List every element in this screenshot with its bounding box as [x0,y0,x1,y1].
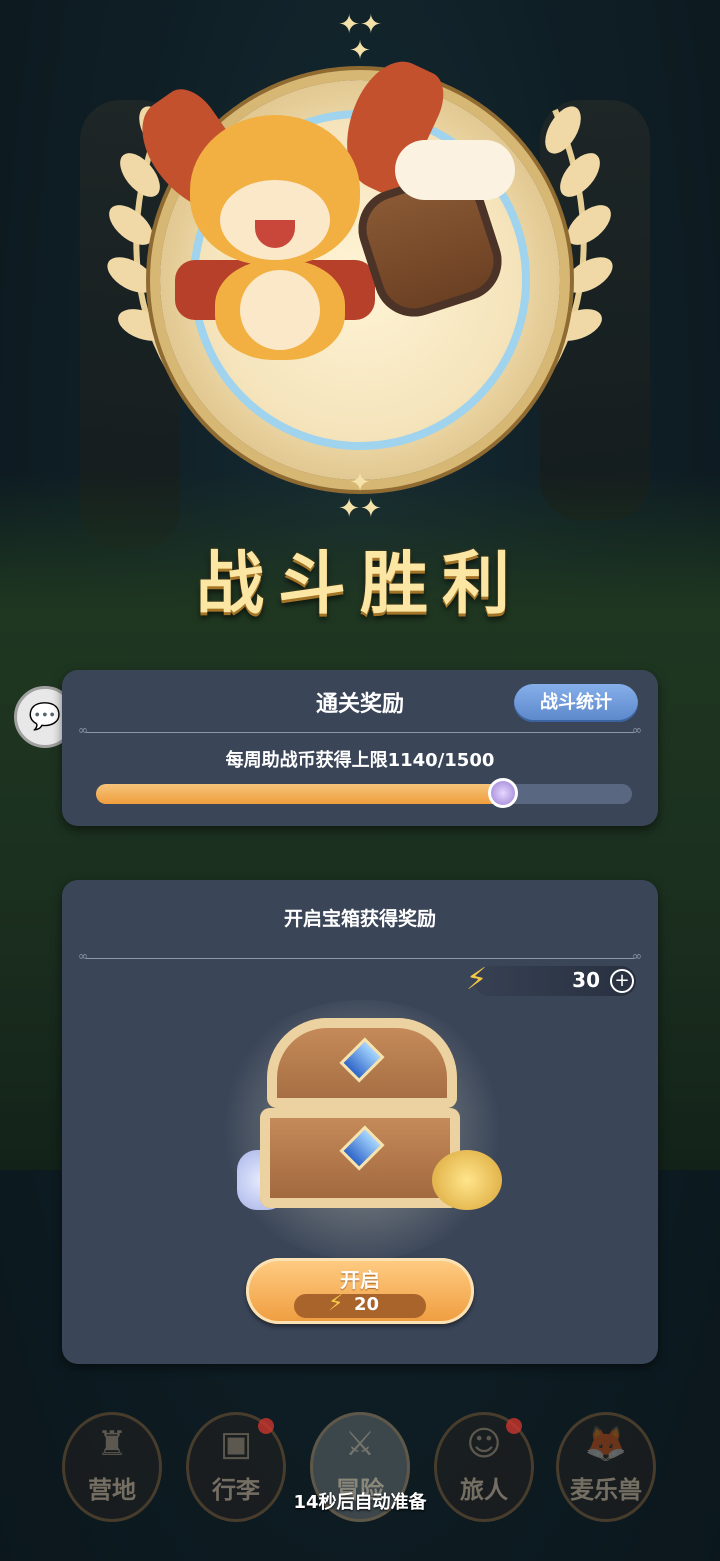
notification-badge [258,1418,274,1434]
assist-coin-icon [488,778,519,808]
energy-value: 30 [572,968,600,992]
hammer-foam-icon [395,140,515,200]
weekly-limit-progress-bar [96,778,632,808]
victory-emblem: ✦✦ ✦ ✦ ✦✦ [95,12,625,540]
bottom-navigation: ♜ 营地 ▣ 行李 ⚔ 冒险 ☺ 旅人 🦊 麦乐兽 [0,1400,720,1540]
sparkle-stars-bottom-icon: ✦ ✦✦ [338,468,382,524]
fox-chest-icon [240,270,320,350]
energy-counter: ⚡ 30 + [466,962,636,997]
weekly-limit-progress-fill [96,784,504,804]
notification-badge [506,1418,522,1434]
clear-reward-card: 通关奖励 战斗统计 每周助战币获得上限1140/1500 [62,670,658,826]
victory-title: 战斗胜利 [195,544,524,624]
battle-stats-button[interactable]: 战斗统计 [514,684,638,722]
lightning-energy-icon: ⚡ [328,1291,344,1316]
open-cost-pill: ⚡ 20 [294,1291,426,1318]
chest-reward-title: 开启宝箱获得奖励 [283,908,436,930]
lightning-energy-icon: ⚡ [466,962,488,997]
gold-coins-icon [432,1150,502,1210]
auto-ready-countdown: 14秒后自动准备 [293,1492,427,1513]
add-energy-button[interactable]: + [610,969,634,993]
castle-icon: ♜ [96,1424,128,1464]
crossed-swords-icon: ⚔ [344,1424,376,1464]
open-chest-button[interactable]: 开启 ⚡ 20 [246,1258,474,1324]
chest-reward-divider [78,949,642,963]
open-cost-value: 20 [354,1294,380,1315]
chest-reward-card: 开启宝箱获得奖励 ⚡ 30 + 开启 ⚡ 20 [62,880,658,1364]
open-chest-label: 开启 [340,1268,380,1292]
chat-bubble-icon: 💬 [28,702,62,732]
weekly-limit-text: 每周助战币获得上限1140/1500 [225,750,495,771]
fox-icon: 🦊 [584,1424,628,1464]
clear-reward-divider [78,723,642,737]
sparkle-stars-top-icon: ✦✦ ✦ [338,10,382,66]
